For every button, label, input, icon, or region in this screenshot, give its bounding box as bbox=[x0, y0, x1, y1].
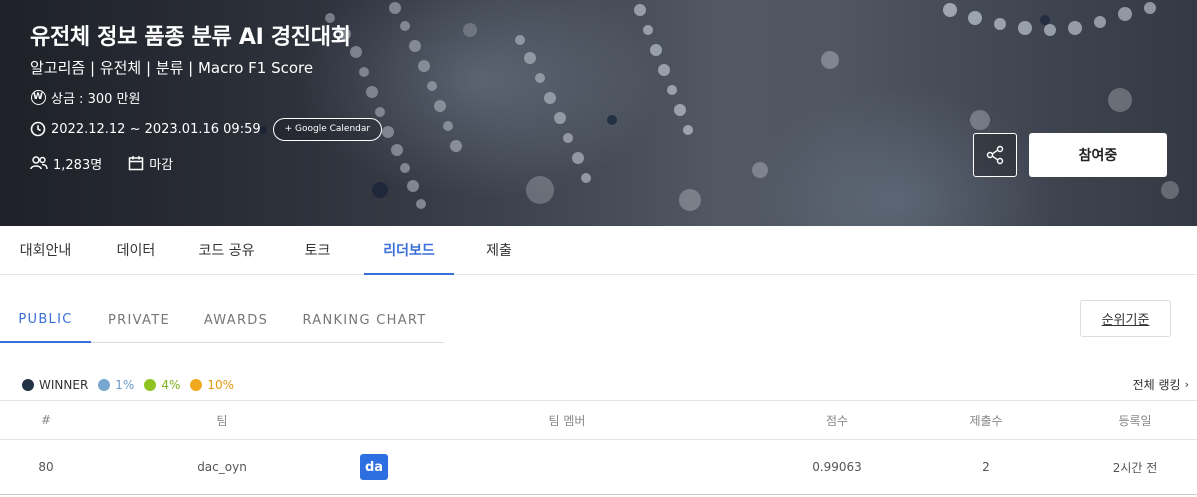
google-calendar-button[interactable]: + Google Calendar bbox=[272, 117, 383, 141]
legend-label: 10% bbox=[207, 378, 235, 392]
legend-4-percent: 4% bbox=[144, 378, 180, 392]
tab-data[interactable]: 데이터 bbox=[91, 226, 181, 274]
legend-dot-winner bbox=[22, 379, 34, 391]
row-submissions: 2 bbox=[982, 460, 990, 474]
tab-talk[interactable]: 토크 bbox=[272, 226, 363, 274]
chevron-right-icon: › bbox=[1184, 378, 1189, 391]
competition-title: 유전체 정보 품종 분류 AI 경진대회 bbox=[30, 25, 351, 50]
participant-count: 1,283명 bbox=[53, 157, 103, 173]
won-icon: W bbox=[30, 89, 46, 105]
competition-status: 마감 bbox=[149, 157, 174, 173]
full-ranking-link[interactable]: 전체 랭킹 › bbox=[1133, 376, 1189, 393]
tab-private[interactable]: PRIVATE bbox=[91, 298, 187, 342]
prize-row: W 상금 : 300 만원 bbox=[30, 85, 382, 109]
tab-overview[interactable]: 대회안내 bbox=[0, 226, 91, 274]
calendar-icon bbox=[128, 155, 144, 171]
competition-hero-banner: 유전체 정보 품종 분류 AI 경진대회 알고리즘 | 유전체 | 분류 | M… bbox=[0, 0, 1197, 226]
period-text: 2022.12.12 ~ 2023.01.16 09:59 bbox=[51, 121, 261, 137]
tab-leaderboard[interactable]: 리더보드 bbox=[364, 226, 454, 275]
legend-label: 1% bbox=[115, 378, 135, 392]
meta-row: 1,283명 마감 bbox=[30, 151, 382, 175]
people-icon bbox=[30, 155, 48, 171]
legend-dot-1-percent bbox=[98, 379, 111, 391]
header-submissions: 제출수 bbox=[969, 413, 1003, 428]
member-avatar-badge[interactable]: da bbox=[360, 454, 388, 480]
legend-dot-10-percent bbox=[190, 379, 203, 391]
competition-nav-tabs: 대회안내 데이터 코드 공유 토크 리더보드 제출 bbox=[0, 226, 1197, 275]
rank-legend: WINNER 1% 4% 10% bbox=[22, 375, 244, 395]
legend-label: 4% bbox=[161, 378, 181, 392]
hero-content: 유전체 정보 품종 분류 AI 경진대회 알고리즘 | 유전체 | 분류 | M… bbox=[30, 22, 383, 175]
tab-awards[interactable]: AWARDS bbox=[187, 298, 285, 342]
header-score: 점수 bbox=[825, 413, 849, 428]
share-icon bbox=[986, 145, 1004, 165]
table-row: 80 dac_oyn da 0.99063 2 2시간 전 bbox=[0, 440, 1197, 495]
legend-label: WINNER bbox=[39, 378, 89, 392]
row-members: da bbox=[360, 440, 388, 494]
legend-1-percent: 1% bbox=[98, 378, 134, 392]
header-members: 팀 멤버 bbox=[548, 413, 586, 428]
legend-10-percent: 10% bbox=[190, 378, 234, 392]
prize-text: 상금 : 300 만원 bbox=[51, 91, 141, 107]
clock-icon bbox=[30, 121, 46, 137]
leaderboard-table-header: # 팀 팀 멤버 점수 제출수 등록일 bbox=[0, 400, 1197, 440]
tab-public[interactable]: PUBLIC bbox=[0, 298, 91, 343]
row-score: 0.99063 bbox=[812, 460, 862, 474]
legend-winner: WINNER bbox=[22, 378, 88, 392]
competition-tags: 알고리즘 | 유전체 | 분류 | Macro F1 Score bbox=[30, 59, 314, 77]
header-rank: # bbox=[40, 413, 52, 427]
leaderboard-sub-tabs: PUBLIC PRIVATE AWARDS RANKING CHART bbox=[0, 298, 444, 343]
row-rank: 80 bbox=[38, 460, 54, 474]
header-team: 팀 bbox=[216, 413, 228, 428]
row-team-name: dac_oyn bbox=[197, 460, 247, 474]
tab-ranking-chart[interactable]: RANKING CHART bbox=[285, 298, 444, 342]
header-registered: 등록일 bbox=[1118, 413, 1152, 428]
legend-dot-4-percent bbox=[144, 379, 157, 391]
tab-code-share[interactable]: 코드 공유 bbox=[181, 226, 272, 274]
period-row: 2022.12.12 ~ 2023.01.16 09:59 + Google C… bbox=[30, 117, 383, 141]
tab-submit[interactable]: 제출 bbox=[454, 226, 544, 274]
join-button[interactable]: 참여중 bbox=[1029, 133, 1167, 177]
full-ranking-label: 전체 랭킹 bbox=[1132, 378, 1181, 392]
ranking-criteria-button[interactable]: 순위기준 bbox=[1080, 300, 1171, 337]
won-symbol: W bbox=[30, 89, 46, 105]
row-registered: 2시간 전 bbox=[1112, 460, 1158, 475]
share-button[interactable] bbox=[973, 133, 1017, 177]
